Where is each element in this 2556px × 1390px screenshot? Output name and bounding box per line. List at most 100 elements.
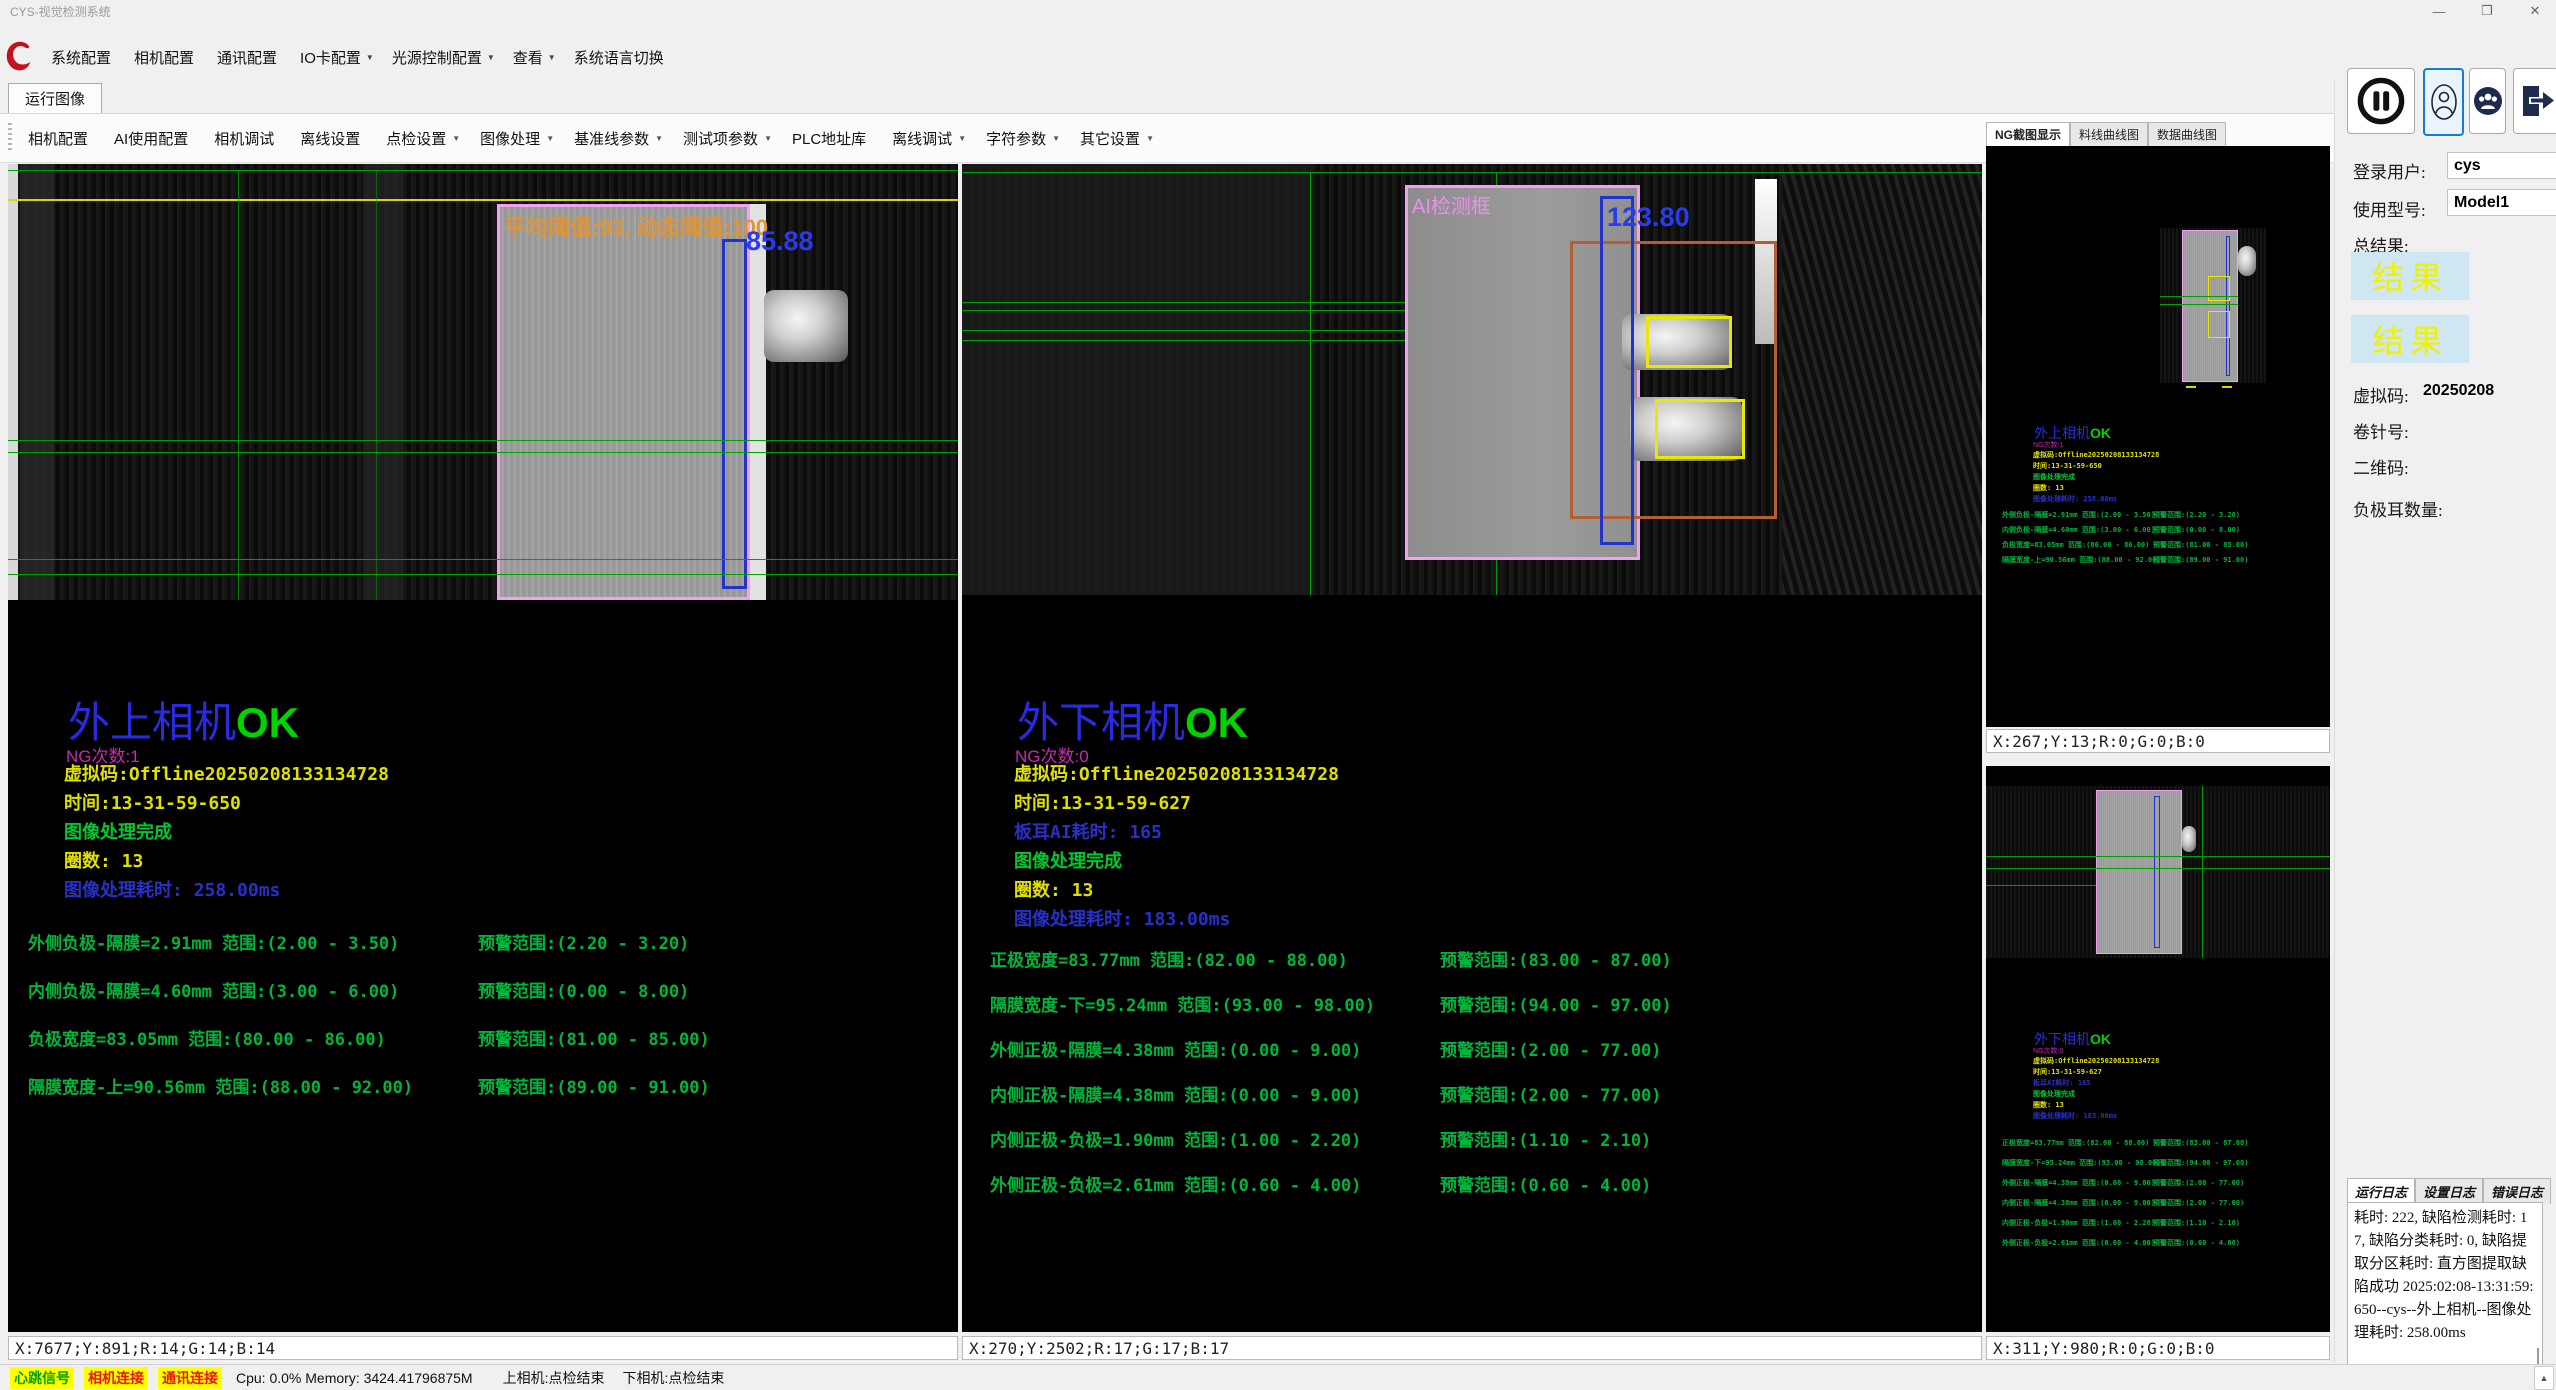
chevron-down-icon: ▼ xyxy=(487,53,495,62)
menu-item[interactable]: 查看▼ xyxy=(504,42,565,72)
info-line: 图像处理完成 xyxy=(64,818,389,847)
thumbnail-bottom-coords: X:311;Y:980;R:0;G:0;B:0 xyxy=(1986,1336,2330,1360)
users-group-button[interactable] xyxy=(2469,68,2506,134)
user-icon xyxy=(2429,81,2459,123)
mini-electrode-box xyxy=(2096,790,2182,954)
resize-grip[interactable]: ▲ xyxy=(2534,1366,2554,1390)
roller-texture xyxy=(1782,164,1982,595)
bright-edge xyxy=(8,164,18,600)
toolbar-item[interactable]: 图像处理▼ xyxy=(470,121,564,155)
log-tabs: 运行日志设置日志错误日志 xyxy=(2347,1178,2551,1204)
chevron-down-icon: ▼ xyxy=(366,53,374,62)
measure-value-label: 123.80 xyxy=(1607,202,1690,233)
toolbar-item[interactable]: 其它设置▼ xyxy=(1070,121,1164,155)
toolbar-item[interactable]: 测试项参数▼ xyxy=(673,121,782,155)
user-login-button[interactable] xyxy=(2423,68,2464,136)
info-line: 图像处理完成 xyxy=(1014,847,1339,876)
restore-button[interactable]: ❐ xyxy=(2476,3,2498,19)
measure-box-blue xyxy=(1600,196,1634,545)
ok-badge: OK xyxy=(1185,699,1248,746)
bright-strip xyxy=(748,204,766,600)
log-tab[interactable]: 运行日志 xyxy=(2347,1178,2415,1204)
lower-camera-panel: AI检测框 123.80 外下相机OK NG次数:0 虚拟码:Offline20… xyxy=(962,164,1982,1332)
model-input[interactable] xyxy=(2447,189,2556,216)
chevron-down-icon: ▼ xyxy=(958,134,966,143)
ng-view-tab[interactable]: 料线曲线图 xyxy=(2070,122,2148,146)
menu-item[interactable]: 系统语言切换 xyxy=(565,42,678,72)
upper-camera-coords: X:7677;Y:891;R:14;G:14;B:14 xyxy=(8,1336,958,1360)
measurement-row: 外侧正极-隔膜=4.38mm 范围:(0.00 - 9.00) 预警范围:(2.… xyxy=(970,1036,1980,1081)
users-group-icon xyxy=(2473,86,2503,116)
tab-run-image[interactable]: 运行图像 xyxy=(8,83,102,113)
title-bar: CYS-视觉检测系统 — ❐ ✕ xyxy=(0,0,2556,22)
electrode-tab-blob xyxy=(764,290,848,362)
menu-item[interactable]: 相机配置 xyxy=(125,42,208,72)
window-title: CYS-视觉检测系统 xyxy=(10,3,111,20)
ng-thumbnail-top[interactable]: 外上相机OK NG次数:1 虚拟码:Offline202502081331347… xyxy=(1986,146,2330,727)
info-line: 虚拟码:Offline20250208133134728 xyxy=(1014,760,1339,789)
info-line: 图像处理耗时: 258.00ms xyxy=(64,876,389,905)
toolbar-item[interactable]: 离线设置 xyxy=(290,121,376,155)
chevron-down-icon: ▼ xyxy=(1052,134,1060,143)
upper-camera-check-status: 上相机:点检结束 xyxy=(503,1368,605,1388)
exit-button[interactable] xyxy=(2513,68,2556,134)
threshold-label: 平均阈值:93, 动态阈值:100 xyxy=(504,210,768,242)
ng-view-tabs: NG截图显示料线曲线图数据曲线图 xyxy=(1986,122,2330,146)
toolbar-grip[interactable] xyxy=(8,123,12,153)
toolbar-item[interactable]: 点检设置▼ xyxy=(376,121,470,155)
electrode-region-box xyxy=(497,204,750,600)
pause-button[interactable] xyxy=(2347,68,2415,134)
login-user-label: 登录用户: xyxy=(2353,158,2426,183)
mini-caption-mark xyxy=(2222,386,2232,388)
menu-item[interactable]: 光源控制配置▼ xyxy=(383,42,504,72)
measurement-row: 内侧负极-隔膜=4.60mm 范围:(3.00 - 6.00) 预警范围:(0.… xyxy=(8,977,958,1025)
menu-item[interactable]: IO卡配置▼ xyxy=(291,42,383,72)
toolbar-item[interactable]: 基准线参数▼ xyxy=(564,121,673,155)
lower-camera-image[interactable]: AI检测框 123.80 xyxy=(962,164,1982,595)
toolbar-item[interactable]: 相机配置 xyxy=(18,121,104,155)
view-tab-row: 运行图像 xyxy=(0,80,2556,114)
chevron-down-icon: ▼ xyxy=(764,134,772,143)
close-button[interactable]: ✕ xyxy=(2524,3,2546,19)
logout-icon xyxy=(2517,82,2555,120)
menu-item[interactable]: 通讯配置 xyxy=(208,42,291,72)
toolbar-item[interactable]: AI使用配置 xyxy=(104,121,204,155)
menu-item[interactable]: 系统配置 xyxy=(42,42,125,72)
measurement-row: 隔膜宽度-下=95.24mm 范围:(93.00 - 98.00) 预警范围:(… xyxy=(970,991,1980,1036)
toolbar-item[interactable]: 相机调试 xyxy=(204,121,290,155)
status-bar: 心跳信号 相机连接 通讯连接 Cpu: 0.0% Memory: 3424.41… xyxy=(0,1364,2556,1390)
field-label: 虚拟码: xyxy=(2353,382,2409,407)
info-line: 时间:13-31-59-650 xyxy=(64,789,389,818)
toolbar-item[interactable]: PLC地址库 xyxy=(782,121,882,155)
log-tab[interactable]: 设置日志 xyxy=(2415,1178,2483,1204)
app-logo-icon xyxy=(4,38,34,76)
measurement-row: 隔膜宽度-上=90.56mm 范围:(88.00 - 92.00) 预警范围:(… xyxy=(8,1073,958,1121)
tab-box-yellow xyxy=(1655,399,1745,459)
measure-value-label: 85.88 xyxy=(746,226,814,257)
chevron-down-icon: ▼ xyxy=(655,134,663,143)
minimize-button[interactable]: — xyxy=(2428,4,2450,19)
login-user-input[interactable] xyxy=(2447,152,2556,179)
upper-camera-panel: 平均阈值:93, 动态阈值:100 85.88 外上相机OK NG次数:1 虚拟… xyxy=(8,164,958,1332)
camera-result-title: 外上相机OK xyxy=(68,702,299,745)
ng-thumbnail-bottom[interactable]: 外下相机OK NG次数:0 虚拟码:Offline202502081331347… xyxy=(1986,766,2330,1332)
chevron-down-icon: ▼ xyxy=(546,134,554,143)
pause-icon xyxy=(2355,75,2407,127)
ng-view-tab[interactable]: 数据曲线图 xyxy=(2148,122,2226,146)
menu-items: 系统配置相机配置通讯配置IO卡配置▼光源控制配置▼查看▼系统语言切换 xyxy=(42,42,678,72)
menu-bar: 系统配置相机配置通讯配置IO卡配置▼光源控制配置▼查看▼系统语言切换 xyxy=(0,34,2556,80)
chevron-down-icon: ▼ xyxy=(452,134,460,143)
log-tab[interactable]: 错误日志 xyxy=(2483,1178,2551,1204)
toolbar-item[interactable]: 字符参数▼ xyxy=(976,121,1070,155)
reference-line-green xyxy=(8,170,958,171)
info-line: 板耳AI耗时: 165 xyxy=(1014,818,1339,847)
thumbnail-top-coords: X:267;Y:13;R:0;G:0;B:0 xyxy=(1986,729,2330,753)
cpu-memory-status: Cpu: 0.0% Memory: 3424.41796875M xyxy=(236,1370,473,1386)
log-scrollbar[interactable] xyxy=(2537,1348,2539,1364)
upper-camera-image[interactable]: 平均阈值:93, 动态阈值:100 85.88 xyxy=(8,164,958,600)
ng-view-tab[interactable]: NG截图显示 xyxy=(1986,122,2070,146)
comm-connect-status: 通讯连接 xyxy=(158,1367,222,1389)
right-sidebar: 登录用户: 使用型号: 总结果: 结果 结果 虚拟码: 20250208 卷针号… xyxy=(2334,80,2556,1362)
toolbar-item[interactable]: 离线调试▼ xyxy=(882,121,976,155)
lower-camera-coords: X:270;Y:2502;R:17;G:17;B:17 xyxy=(962,1336,1982,1360)
